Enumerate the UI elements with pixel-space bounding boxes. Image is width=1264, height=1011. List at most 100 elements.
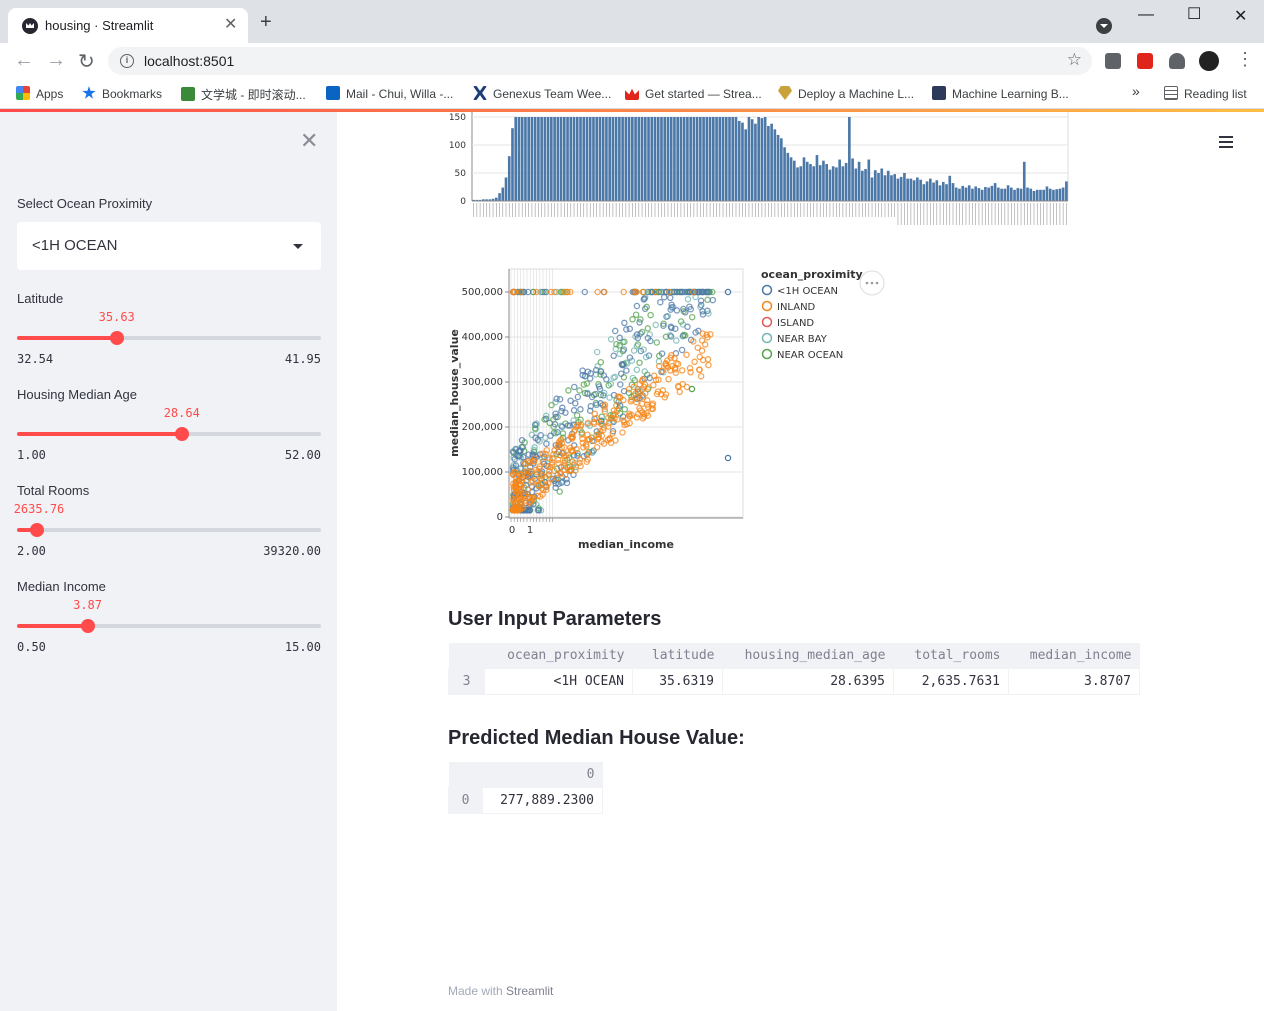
- slider-track[interactable]: [17, 528, 321, 532]
- scatter-point: [611, 327, 619, 335]
- housing-age-label: Housing Median Age: [17, 387, 137, 402]
- slider-thumb[interactable]: [174, 427, 189, 441]
- bar: [569, 117, 573, 201]
- bar: [718, 117, 722, 201]
- bookmark-mail[interactable]: Mail - Chui, Willa -...: [326, 86, 453, 101]
- minimize-icon[interactable]: —: [1138, 6, 1154, 24]
- more-bookmarks-icon[interactable]: »: [1132, 83, 1140, 99]
- latitude-slider[interactable]: 35.63 32.54 41.95: [17, 310, 321, 374]
- legend-symbol: [761, 316, 773, 328]
- slider-value: 28.64: [163, 406, 200, 420]
- slider-min: 32.54: [17, 352, 54, 366]
- back-icon[interactable]: ←: [14, 49, 34, 72]
- bar: [860, 170, 864, 201]
- bar: [553, 117, 556, 201]
- reading-list-icon: [1164, 86, 1178, 100]
- bar: [699, 117, 702, 201]
- bookmark-wenxuecity[interactable]: 文学城 - 即时滚动...: [181, 86, 306, 103]
- bar: [1065, 181, 1068, 201]
- bar: [1039, 189, 1042, 201]
- bar: [974, 186, 978, 201]
- slider-min: 0.50: [17, 640, 46, 654]
- median-income-slider[interactable]: 3.87 0.50 15.00: [17, 598, 321, 662]
- bar: [835, 167, 838, 201]
- bar: [1052, 189, 1055, 201]
- browser-tab-bar: housing · Streamlit ✕ + — ☐ ✕: [0, 0, 1264, 43]
- bar: [980, 189, 984, 201]
- bar: [831, 166, 835, 201]
- scatter-point: [684, 323, 691, 331]
- total-rooms-label: Total Rooms: [17, 483, 90, 498]
- housing-age-slider[interactable]: 28.64 1.00 52.00: [17, 406, 321, 470]
- address-bar[interactable]: i localhost:8501 ☆: [108, 47, 1092, 75]
- maximize-icon[interactable]: ☐: [1187, 4, 1201, 24]
- slider-thumb[interactable]: [80, 619, 95, 633]
- reload-icon[interactable]: ↻: [78, 49, 95, 74]
- table-header[interactable]: median_income: [1008, 643, 1140, 668]
- new-tab-icon[interactable]: +: [260, 12, 272, 32]
- slider-thumb[interactable]: [109, 331, 124, 345]
- slider-fill: [17, 624, 88, 628]
- bar: [802, 157, 806, 201]
- scatter-point: [623, 367, 630, 374]
- forward-icon[interactable]: →: [46, 49, 66, 72]
- bookmark-genexus[interactable]: Genexus Team Wee...: [473, 86, 611, 101]
- bar: [880, 168, 884, 201]
- info-icon[interactable]: i: [120, 54, 134, 68]
- bookmark-deploy[interactable]: Deploy a Machine L...: [778, 86, 914, 101]
- scatter-point: [626, 325, 634, 333]
- pdf-extension-icon[interactable]: [1137, 53, 1153, 69]
- slider-thumb[interactable]: [30, 523, 45, 537]
- table-header[interactable]: housing_median_age: [722, 643, 894, 668]
- bar: [744, 129, 748, 201]
- profile-avatar[interactable]: [1199, 51, 1219, 71]
- tab-search-icon[interactable]: [1096, 18, 1112, 34]
- table-cell: 2,635.7631: [893, 667, 1009, 695]
- bar: [686, 117, 689, 201]
- bookmark-ml[interactable]: Machine Learning B...: [932, 86, 1069, 101]
- bar: [543, 117, 547, 201]
- bar: [631, 117, 634, 201]
- bookmark-bookmarks[interactable]: Bookmarks: [82, 86, 162, 101]
- window-close-icon[interactable]: ✕: [1234, 6, 1247, 26]
- scatter-y-tick-label: 0: [497, 512, 503, 523]
- bar: [643, 117, 647, 201]
- streamlit-link[interactable]: Streamlit: [506, 984, 553, 998]
- bar: [919, 179, 922, 201]
- bookmark-streamlit[interactable]: Get started — Strea...: [625, 86, 762, 101]
- ocean-proximity-select[interactable]: <1H OCEAN: [17, 222, 321, 270]
- bar: [929, 178, 932, 201]
- puzzle-extensions-icon[interactable]: [1169, 53, 1185, 69]
- scatter-point: [619, 429, 626, 436]
- tab-title: housing · Streamlit: [45, 18, 154, 33]
- bar: [825, 164, 829, 201]
- scatter-point: [572, 400, 579, 407]
- total-rooms-slider[interactable]: 2635.76 2.00 39320.00: [14, 502, 321, 566]
- table-header[interactable]: 0: [482, 762, 603, 787]
- bar: [540, 117, 543, 201]
- bar: [611, 117, 615, 201]
- scatter-point: [683, 351, 690, 359]
- scatter-point: [577, 406, 584, 413]
- bar: [640, 117, 644, 201]
- bar: [987, 187, 990, 201]
- scatter-point: [576, 387, 583, 394]
- table-header[interactable]: latitude: [632, 643, 723, 668]
- bar: [1042, 189, 1046, 201]
- close-tab-icon[interactable]: ✕: [224, 14, 237, 34]
- bookmark-star-icon[interactable]: ☆: [1067, 50, 1082, 70]
- extension-icon[interactable]: [1105, 53, 1121, 69]
- scatter-point: [673, 337, 680, 344]
- bar: [1055, 189, 1058, 201]
- scatter-point: [616, 334, 623, 342]
- legend-symbol: [761, 284, 773, 296]
- table-header[interactable]: total_rooms: [893, 643, 1009, 668]
- bar: [822, 160, 825, 201]
- browser-tab[interactable]: housing · Streamlit ✕: [8, 8, 248, 43]
- menu-dots-icon[interactable]: ⋮: [1236, 49, 1254, 70]
- reading-list[interactable]: Reading list: [1164, 86, 1247, 101]
- close-sidebar-icon[interactable]: ✕: [300, 128, 318, 154]
- table-header[interactable]: ocean_proximity: [484, 643, 633, 668]
- bookmark-apps[interactable]: Apps: [16, 86, 63, 101]
- bar: [663, 117, 667, 201]
